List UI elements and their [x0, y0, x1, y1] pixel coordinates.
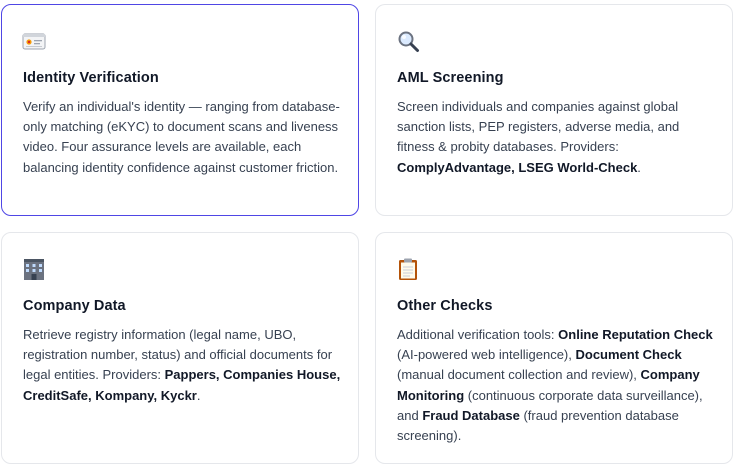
card-description-text: Screen individuals and companies against…	[397, 99, 680, 155]
check-item-name: Fraud Database	[422, 407, 520, 423]
check-item-detail: (AI-powered web intelligence),	[397, 347, 576, 363]
description-suffix: .	[196, 387, 201, 403]
office-building-icon	[24, 259, 44, 280]
card-other-checks[interactable]: Other Checks Additional verification too…	[375, 232, 733, 464]
card-title: Company Data	[23, 298, 126, 314]
card-title: AML Screening	[397, 70, 504, 86]
check-item-name: Document Check	[575, 347, 682, 363]
card-description-intro: Additional verification tools:	[397, 327, 559, 342]
card-identity-verification[interactable]: Identity Verification Verify an individu…	[1, 4, 359, 216]
card-title: Other Checks	[397, 298, 493, 314]
check-item-detail: (manual document collection and review),	[397, 367, 641, 383]
clipboard-icon	[399, 258, 417, 280]
card-description: Additional verification tools: Online Re…	[397, 325, 717, 446]
providers-list: ComplyAdvantage, LSEG World-Check	[397, 159, 638, 175]
card-aml-screening[interactable]: AML Screening Screen individuals and com…	[375, 4, 733, 216]
description-suffix: .	[637, 159, 641, 175]
card-description-text: Verify an individual's identity — rangin…	[23, 99, 340, 175]
id-card-icon	[22, 33, 46, 50]
card-description: Verify an individual's identity — rangin…	[23, 97, 343, 178]
magnifier-icon	[398, 31, 419, 52]
card-description: Screen individuals and companies against…	[397, 97, 717, 178]
card-company-data[interactable]: Company Data Retrieve registry informati…	[1, 232, 359, 464]
verification-checks-grid: Identity Verification Verify an individu…	[0, 0, 736, 469]
card-description: Retrieve registry information (legal nam…	[23, 325, 343, 406]
check-item-name: Online Reputation Check	[558, 327, 713, 342]
card-title: Identity Verification	[23, 70, 159, 86]
